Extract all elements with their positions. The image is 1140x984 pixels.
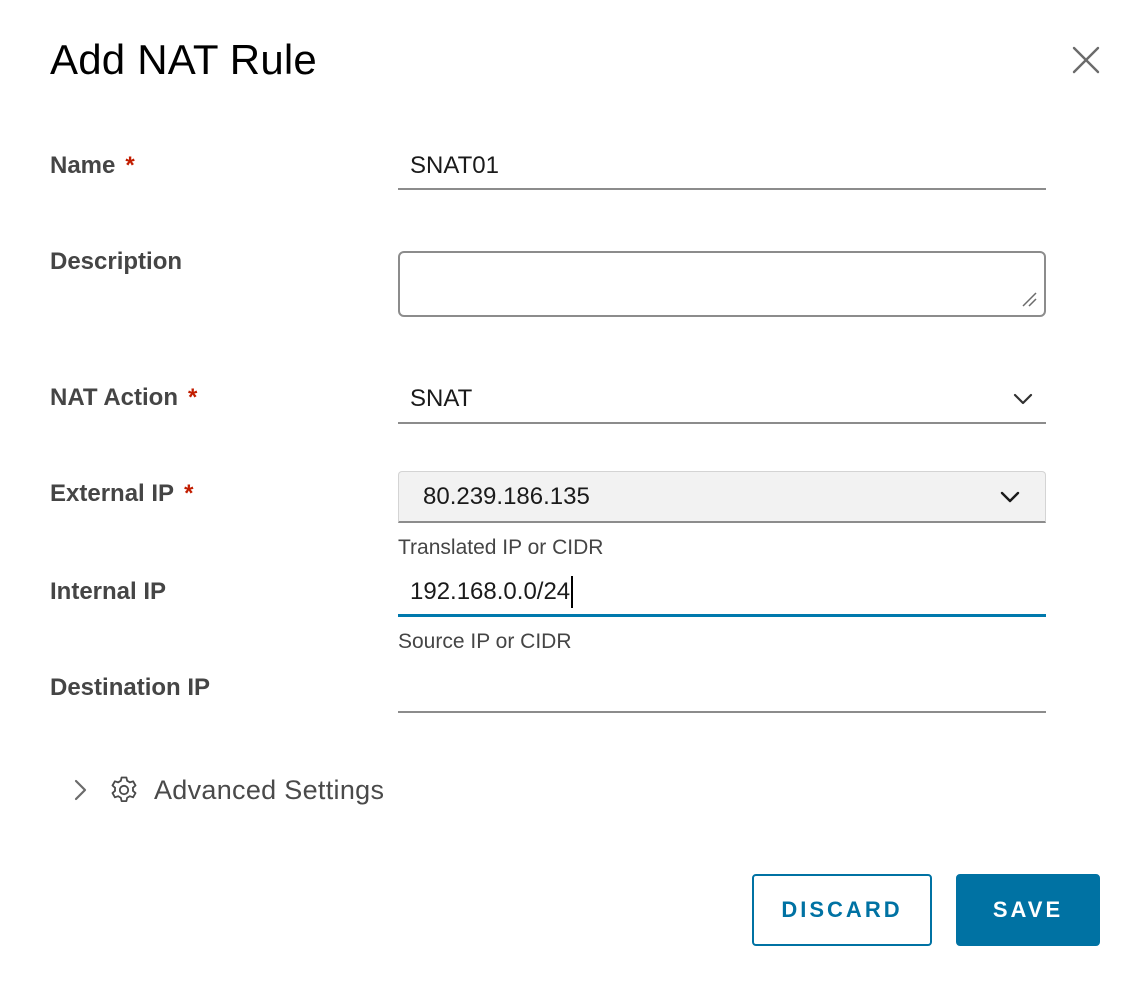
advanced-settings-toggle[interactable]: Advanced Settings bbox=[70, 774, 384, 806]
external-ip-label: External IP * bbox=[50, 480, 194, 507]
add-nat-rule-dialog: Add NAT Rule Name * SNAT01 Description NA… bbox=[0, 0, 1140, 984]
required-asterisk: * bbox=[184, 480, 194, 507]
advanced-settings-label: Advanced Settings bbox=[154, 774, 385, 805]
dialog-title: Add NAT Rule bbox=[50, 36, 317, 83]
chevron-right-icon bbox=[74, 779, 87, 801]
description-label: Description bbox=[50, 248, 183, 275]
internal-ip-label: Internal IP bbox=[50, 578, 167, 605]
resize-grip-icon[interactable] bbox=[1020, 290, 1038, 308]
gear-icon bbox=[111, 776, 137, 802]
description-textarea[interactable] bbox=[398, 251, 1046, 317]
destination-ip-label: Destination IP bbox=[50, 674, 211, 701]
destination-ip-input[interactable] bbox=[398, 667, 1046, 713]
close-icon bbox=[1072, 46, 1100, 74]
chevron-down-icon bbox=[1013, 393, 1033, 405]
internal-ip-helper-text: Source IP or CIDR bbox=[398, 630, 572, 653]
name-input[interactable]: SNAT01 bbox=[398, 144, 1046, 190]
required-asterisk: * bbox=[125, 152, 135, 179]
nat-action-select[interactable]: SNAT bbox=[398, 376, 1046, 424]
external-ip-value: 80.239.186.135 bbox=[423, 482, 590, 510]
discard-button[interactable]: DISCARD bbox=[752, 874, 932, 946]
external-ip-select[interactable]: 80.239.186.135 bbox=[398, 471, 1046, 523]
required-asterisk: * bbox=[187, 384, 198, 411]
chevron-down-icon bbox=[1000, 491, 1020, 502]
text-cursor bbox=[571, 576, 574, 608]
nat-action-value: SNAT bbox=[410, 385, 473, 412]
nat-action-label: NAT Action * bbox=[50, 384, 198, 411]
external-ip-helper-text: Translated IP or CIDR bbox=[398, 536, 604, 559]
name-label: Name * bbox=[50, 152, 135, 179]
internal-ip-input[interactable]: 192.168.0.0/24 bbox=[398, 570, 1046, 617]
save-button[interactable]: SAVE bbox=[956, 874, 1100, 946]
close-button[interactable] bbox=[1068, 42, 1104, 78]
